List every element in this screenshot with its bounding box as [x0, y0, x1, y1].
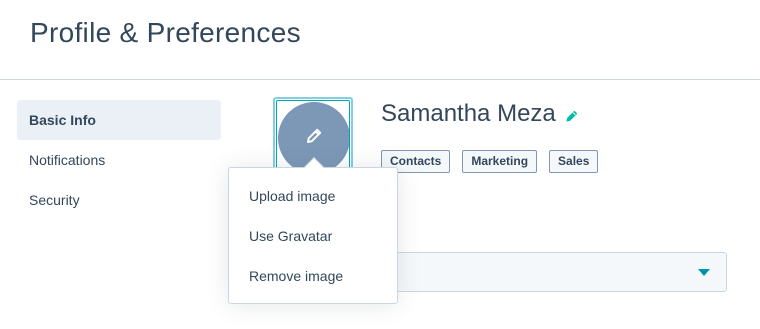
- menu-item-use-gravatar[interactable]: Use Gravatar: [229, 216, 397, 256]
- pencil-icon[interactable]: [565, 109, 579, 123]
- select-dropdown[interactable]: [380, 252, 727, 292]
- pencil-icon: [307, 128, 322, 143]
- caret-down-icon: [698, 269, 710, 276]
- sidebar-item-security[interactable]: Security: [17, 180, 221, 220]
- sidebar-item-basic-info[interactable]: Basic Info: [17, 100, 221, 140]
- page-title: Profile & Preferences: [30, 17, 301, 48]
- team-tags: Contacts Marketing Sales: [381, 150, 599, 173]
- user-name: Samantha Meza: [381, 100, 556, 127]
- menu-item-remove-image[interactable]: Remove image: [229, 256, 397, 296]
- tag-marketing: Marketing: [462, 150, 538, 173]
- avatar-menu: Upload image Use Gravatar Remove image: [228, 157, 398, 304]
- sidebar-item-notifications[interactable]: Notifications: [17, 140, 221, 180]
- menu-item-upload-image[interactable]: Upload image: [229, 176, 397, 216]
- page-header: Profile & Preferences: [0, 0, 760, 80]
- tag-sales: Sales: [549, 150, 599, 173]
- sidebar: Basic Info Notifications Security: [17, 100, 221, 220]
